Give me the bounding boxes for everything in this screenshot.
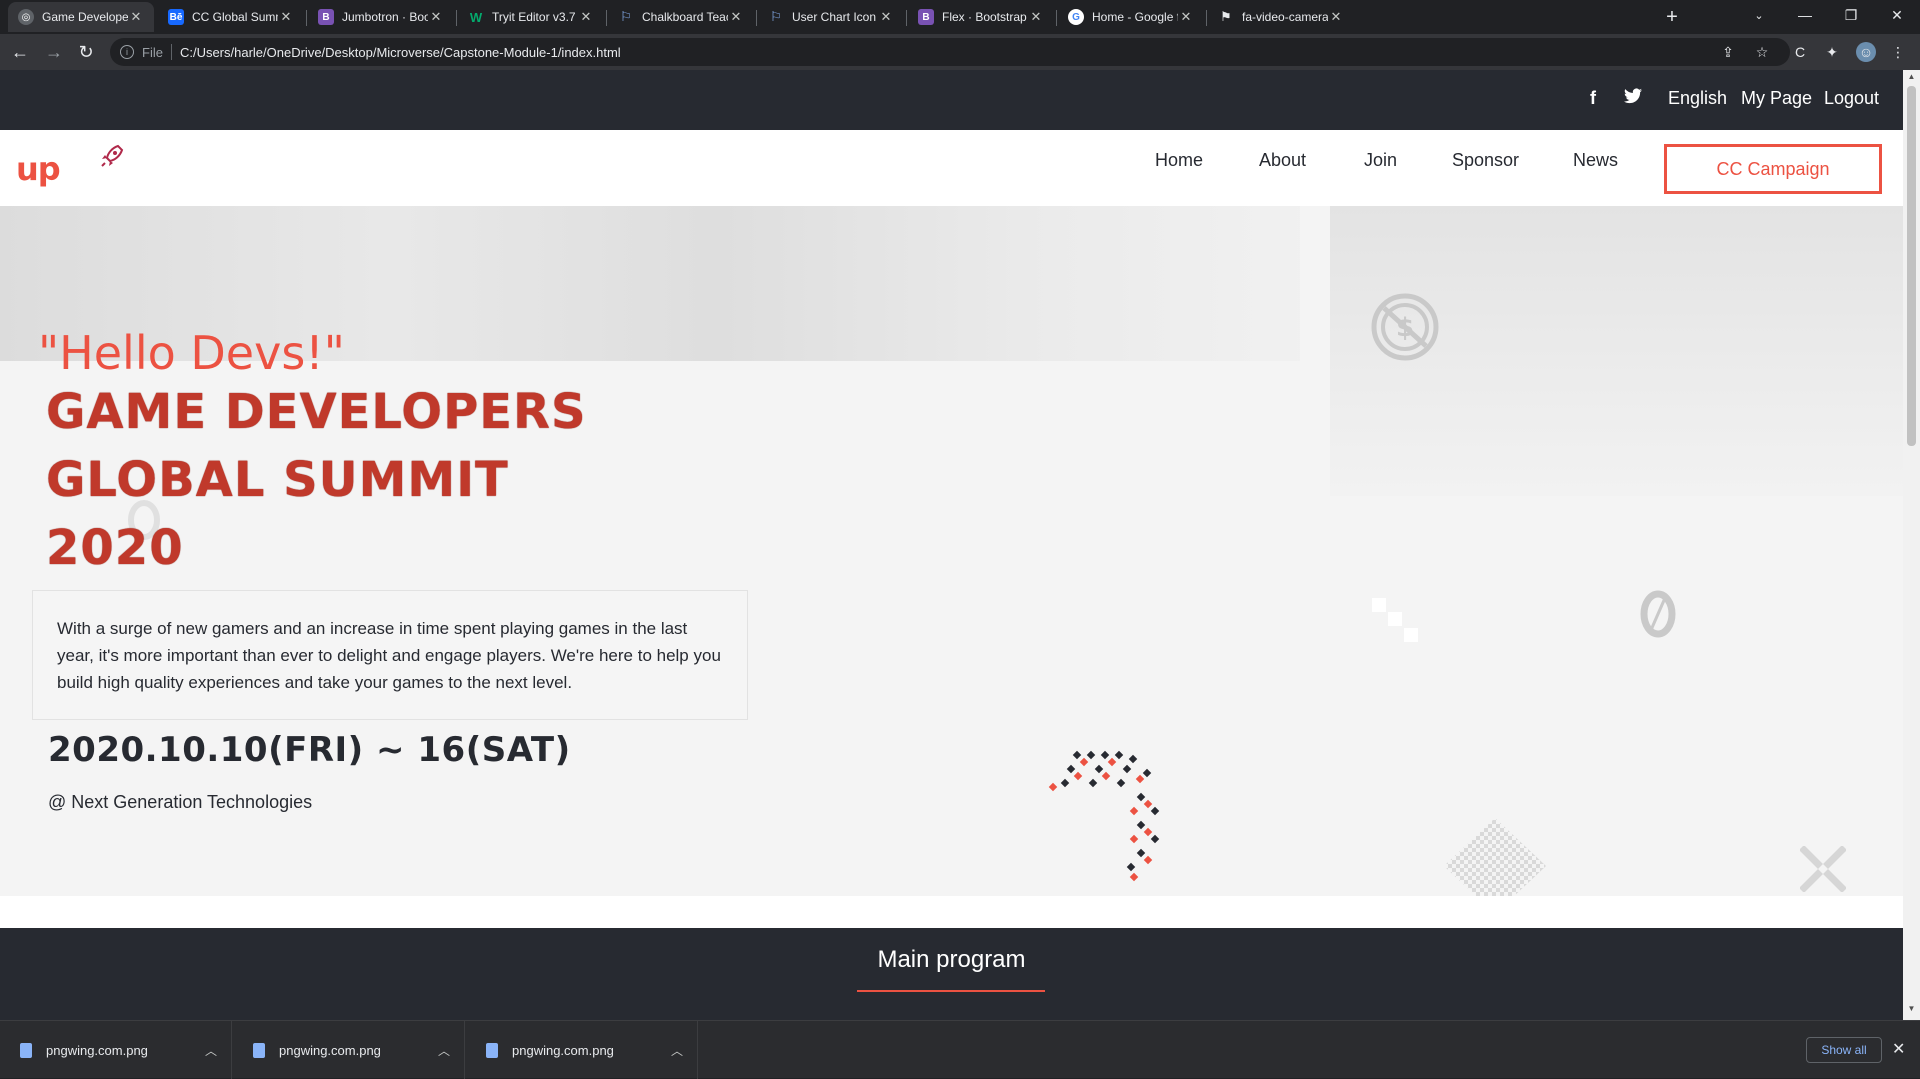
bootstrap-icon: B [918,9,934,25]
fontawesome-flag-icon: ⚑ [1220,9,1232,24]
close-tab-icon[interactable]: ✕ [578,9,594,25]
globe-icon: ◎ [18,9,34,25]
close-tab-icon[interactable]: ✕ [1178,9,1194,25]
hero-title-line: GAME DEVELOPERS [46,384,587,440]
download-item[interactable]: pngwing.com.png ︿ [233,1021,465,1079]
behance-icon: Bē [168,9,184,25]
rocket-icon [101,144,124,167]
checker-diamond-decor-icon [1444,818,1546,896]
info-icon[interactable]: i [120,45,134,59]
address-bar[interactable]: i File C:/Users/harle/OneDrive/Desktop/M… [110,38,1790,66]
nav-about[interactable]: About [1259,150,1306,171]
close-download-bar-icon[interactable]: ✕ [1892,1039,1905,1059]
download-bar: pngwing.com.png ︿ pngwing.com.png ︿ pngw… [0,1020,1920,1079]
file-icon [486,1042,498,1058]
facebook-icon[interactable]: f [1590,88,1596,109]
browser-tab[interactable]: B Jumbotron · Bootstrap ✕ [308,2,454,32]
zero-token-icon [1640,590,1676,638]
forward-icon[interactable]: → [42,40,66,64]
close-tab-icon[interactable]: ✕ [278,9,294,25]
coin-icon: $ [1371,293,1439,361]
nav-sponsor[interactable]: Sponsor [1452,150,1519,171]
show-all-downloads-button[interactable]: Show all [1806,1037,1882,1063]
hero-description: With a surge of new gamers and an increa… [32,590,748,720]
nav-home[interactable]: Home [1155,150,1203,171]
reload-icon[interactable]: ↻ [74,40,98,64]
hero-section: $ [0,206,1903,896]
logout-link[interactable]: Logout [1824,88,1879,109]
close-x-decor-icon [1800,846,1846,892]
chevron-up-icon[interactable]: ︿ [191,1042,231,1059]
main-nav: up Home About Join Sponsor News CC Campa… [0,130,1903,206]
bookmark-star-icon[interactable]: ☆ [1752,42,1772,62]
w3schools-icon: W [469,9,483,25]
close-tab-icon[interactable]: ✕ [1328,9,1344,25]
file-icon [253,1042,265,1058]
chevron-up-icon[interactable]: ︿ [424,1042,464,1059]
browser-tab[interactable]: ◎ Game Developer's Con ✕ [8,2,154,32]
browser-tab[interactable]: ⚐ Chalkboard Teacher Ic ✕ [608,2,754,32]
browser-tab[interactable]: G Home - Google for Ga ✕ [1058,2,1204,32]
restore-icon[interactable]: ❐ [1828,0,1874,30]
hero-title-line: GLOBAL SUMMIT [46,452,509,508]
close-tab-icon[interactable]: ✕ [1028,9,1044,25]
back-icon[interactable]: ← [8,40,32,64]
close-tab-icon[interactable]: ✕ [878,9,894,25]
browser-tab[interactable]: W Tryit Editor v3.7 ✕ [458,2,604,32]
page-scrollbar[interactable]: ▲ ▼ [1903,70,1920,1020]
top-bar: f English My Page Logout [0,70,1903,130]
browser-tab[interactable]: B Flex · Bootstrap ✕ [908,2,1054,32]
pixel-squares-icon [1372,598,1418,642]
close-window-icon[interactable]: ✕ [1874,0,1920,30]
close-tab-icon[interactable]: ✕ [128,9,144,25]
bootstrap-icon: B [318,9,334,25]
menu-kebab-icon[interactable]: ⋮ [1888,42,1908,62]
extension-c-icon[interactable]: C [1790,42,1810,62]
browser-tab[interactable]: ⚑ fa-video-camera: Font ✕ [1208,2,1354,32]
address-url[interactable]: C:/Users/harle/OneDrive/Desktop/Microver… [180,45,621,60]
my-page-link[interactable]: My Page [1741,88,1812,109]
nav-join[interactable]: Join [1364,150,1397,171]
section-title: Main program [877,946,1026,973]
tab-search-icon[interactable]: ⌄ [1736,0,1782,30]
section-title-underline [857,990,1045,992]
hero-greeting: "Hello Devs!" [38,326,345,380]
nav-news[interactable]: News [1573,150,1618,171]
dotted-curve-decor-icon [1048,750,1160,882]
new-tab-button[interactable]: + [1660,6,1684,29]
language-link[interactable]: English [1668,88,1727,109]
browser-toolbar: ← → ↻ i File C:/Users/harle/OneDrive/Des… [0,34,1920,70]
scroll-up-arrow-icon[interactable]: ▲ [1903,72,1920,86]
scrollbar-thumb[interactable] [1907,86,1916,446]
close-tab-icon[interactable]: ✕ [428,9,444,25]
cc-campaign-button[interactable]: CC Campaign [1664,144,1882,194]
browser-tab-strip: ◎ Game Developer's Con ✕ Bē CC Global Su… [0,0,1920,34]
google-icon: G [1068,9,1084,25]
minimize-icon[interactable]: — [1782,0,1828,30]
main-program-section: Main program [0,928,1903,1020]
twitter-icon[interactable] [1624,88,1642,109]
browser-tab[interactable]: ⚐ User Chart Icon - Duo ✕ [758,2,904,32]
site-logo[interactable]: up [16,150,61,188]
chevron-up-icon[interactable]: ︿ [657,1042,697,1059]
close-tab-icon[interactable]: ✕ [728,9,744,25]
flag-icon: ⚐ [770,9,782,24]
share-icon[interactable]: ⇪ [1718,42,1738,62]
profile-avatar-icon[interactable]: ☺ [1856,42,1876,62]
extensions-puzzle-icon[interactable]: ✦ [1822,42,1842,62]
scroll-down-arrow-icon[interactable]: ▼ [1903,1004,1920,1018]
download-item[interactable]: pngwing.com.png ︿ [0,1021,232,1079]
page-viewport: f English My Page Logout up Home About J… [0,70,1903,1020]
flag-icon: ⚐ [620,9,632,24]
file-icon [20,1042,32,1058]
event-date: 2020.10.10(FRI) ~ 16(SAT) [48,730,571,770]
hero-title-line: 2020 [46,520,184,576]
download-item[interactable]: pngwing.com.png ︿ [466,1021,698,1079]
browser-tab[interactable]: Bē CC Global Summit 201 ✕ [158,2,304,32]
event-venue: @ Next Generation Technologies [48,792,313,812]
